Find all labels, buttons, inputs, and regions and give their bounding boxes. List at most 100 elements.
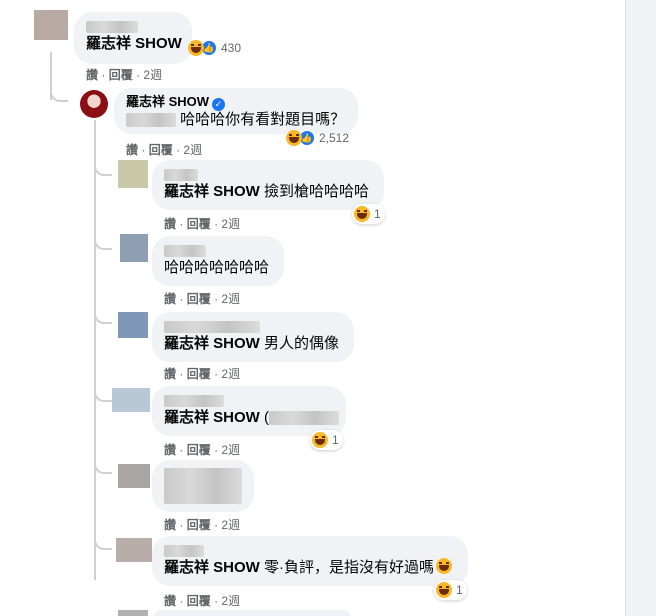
comment-bubble: 羅志祥 SHOW 男人的偶像 — [152, 312, 354, 362]
like-link[interactable]: 讚 — [164, 443, 176, 457]
avatar[interactable] — [118, 464, 150, 488]
comment-bubble — [152, 460, 254, 512]
haha-emoji-icon — [436, 582, 452, 598]
comment-bubble — [152, 610, 352, 616]
timestamp[interactable]: 2週 — [183, 143, 202, 157]
timestamp[interactable]: 2週 — [221, 217, 240, 231]
separator: · — [214, 443, 219, 457]
separator: · — [179, 292, 184, 306]
avatar[interactable] — [80, 90, 108, 118]
mention-tag[interactable]: 羅志祥 SHOW — [164, 183, 260, 200]
avatar[interactable] — [120, 234, 148, 262]
like-link[interactable]: 讚 — [126, 143, 138, 157]
avatar[interactable] — [118, 160, 148, 188]
timestamp[interactable]: 2週 — [221, 367, 240, 381]
mention-redacted[interactable] — [126, 113, 176, 128]
avatar[interactable] — [118, 610, 148, 616]
comment-bubble: 羅志祥 SHOW ( — [152, 386, 346, 436]
comment-text: 羅志祥 SHOW — [86, 34, 182, 54]
comment-actions: 讚 · 回覆 · 2週 — [126, 141, 202, 158]
reply-link[interactable]: 回覆 — [187, 594, 211, 608]
reply-link[interactable]: 回覆 — [187, 443, 211, 457]
reaction-summary[interactable]: 👍 2,512 — [284, 128, 353, 148]
comment-actions: 讚 · 回覆 · 2週 — [164, 592, 240, 609]
separator: · — [179, 217, 184, 231]
reply-link[interactable]: 回覆 — [187, 518, 211, 532]
reaction-summary[interactable]: 👍 430 — [186, 38, 243, 58]
reply-link[interactable]: 回覆 — [149, 143, 173, 157]
comment-bubble: 羅志祥 SHOW 零·負評，是指沒有好過嗎 — [152, 536, 468, 586]
separator: · — [214, 518, 219, 532]
comment-actions: 讚 · 回覆 · 2週 — [164, 365, 240, 382]
author-name-redacted[interactable] — [164, 166, 372, 182]
thread-connector — [94, 388, 112, 402]
timestamp[interactable]: 2週 — [143, 68, 162, 82]
author-name-redacted[interactable] — [164, 392, 334, 408]
reply-link[interactable]: 回覆 — [187, 292, 211, 306]
comment-bubble: 羅志祥 SHOW 撿到槍哈哈哈哈 — [152, 160, 384, 210]
author-name-redacted[interactable] — [164, 242, 272, 258]
reaction-count: 1 — [332, 433, 339, 447]
separator: · — [101, 68, 106, 82]
separator: · — [214, 594, 219, 608]
timestamp[interactable]: 2週 — [221, 443, 240, 457]
reply-link[interactable]: 回覆 — [187, 367, 211, 381]
haha-emoji-icon — [188, 40, 204, 56]
comment-actions: 讚 · 回覆 · 2週 — [86, 66, 162, 83]
like-link[interactable]: 讚 — [164, 292, 176, 306]
verified-badge-icon: ✓ — [212, 97, 226, 111]
timestamp[interactable]: 2週 — [221, 518, 240, 532]
thread-connector — [94, 162, 112, 176]
like-link[interactable]: 讚 — [164, 367, 176, 381]
like-link[interactable]: 讚 — [164, 518, 176, 532]
right-gutter — [626, 0, 656, 616]
author-name[interactable]: 羅志祥 SHOW ✓ — [126, 94, 346, 111]
comment-text: 羅志祥 SHOW 男人的偶像 — [164, 335, 340, 352]
avatar[interactable] — [34, 10, 68, 40]
separator: · — [136, 68, 141, 82]
avatar[interactable] — [118, 312, 148, 338]
comment-text: 羅志祥 SHOW 撿到槍哈哈哈哈 — [164, 183, 370, 200]
avatar[interactable] — [112, 388, 150, 412]
thread-connector — [94, 536, 112, 550]
mention-tag[interactable]: 羅志祥 SHOW — [164, 335, 260, 352]
reply-link[interactable]: 回覆 — [187, 217, 211, 231]
thread-line — [94, 120, 96, 580]
comment-actions: 讚 · 回覆 · 2週 — [164, 441, 240, 458]
thread-connector — [94, 310, 112, 324]
separator: · — [179, 594, 184, 608]
thread-connector — [94, 236, 112, 250]
comment-text: 哈哈哈你有看對題目嗎？ — [126, 110, 346, 130]
comment-panel: 羅志祥 SHOW 👍 430 讚 · 回覆 · 2週 羅志祥 SHOW ✓ 哈哈哈… — [0, 0, 626, 616]
timestamp[interactable]: 2週 — [221, 292, 240, 306]
comment-bubble: 羅志祥 SHOW — [74, 12, 192, 64]
separator: · — [214, 217, 219, 231]
timestamp[interactable]: 2週 — [221, 594, 240, 608]
avatar[interactable] — [116, 538, 152, 562]
reaction-count: 1 — [374, 207, 381, 221]
author-name-redacted[interactable] — [86, 18, 180, 34]
author-name-redacted[interactable] — [164, 542, 456, 558]
reply-link[interactable]: 回覆 — [109, 68, 133, 82]
like-link[interactable]: 讚 — [86, 68, 98, 82]
like-link[interactable]: 讚 — [164, 594, 176, 608]
reaction-count: 1 — [456, 583, 463, 597]
comment-actions: 讚 · 回覆 · 2週 — [164, 290, 240, 307]
separator: · — [141, 143, 146, 157]
like-link[interactable]: 讚 — [164, 217, 176, 231]
separator: · — [214, 367, 219, 381]
author-name-redacted[interactable] — [164, 318, 342, 334]
haha-emoji-icon — [354, 206, 370, 222]
mention-tag[interactable]: 羅志祥 SHOW — [164, 409, 260, 426]
separator: · — [179, 367, 184, 381]
reaction-summary[interactable]: 1 — [310, 430, 343, 450]
mention-tag[interactable]: 羅志祥 SHOW — [164, 559, 260, 576]
reaction-count: 2,512 — [319, 131, 350, 145]
comment-bubble: 哈哈哈哈哈哈哈 — [152, 236, 284, 286]
separator: · — [179, 443, 184, 457]
separator: · — [176, 143, 181, 157]
thread-connector — [94, 460, 112, 474]
mention-tag[interactable]: 羅志祥 SHOW — [86, 35, 182, 52]
reaction-summary[interactable]: 1 — [352, 204, 385, 224]
reaction-summary[interactable]: 1 — [434, 580, 467, 600]
